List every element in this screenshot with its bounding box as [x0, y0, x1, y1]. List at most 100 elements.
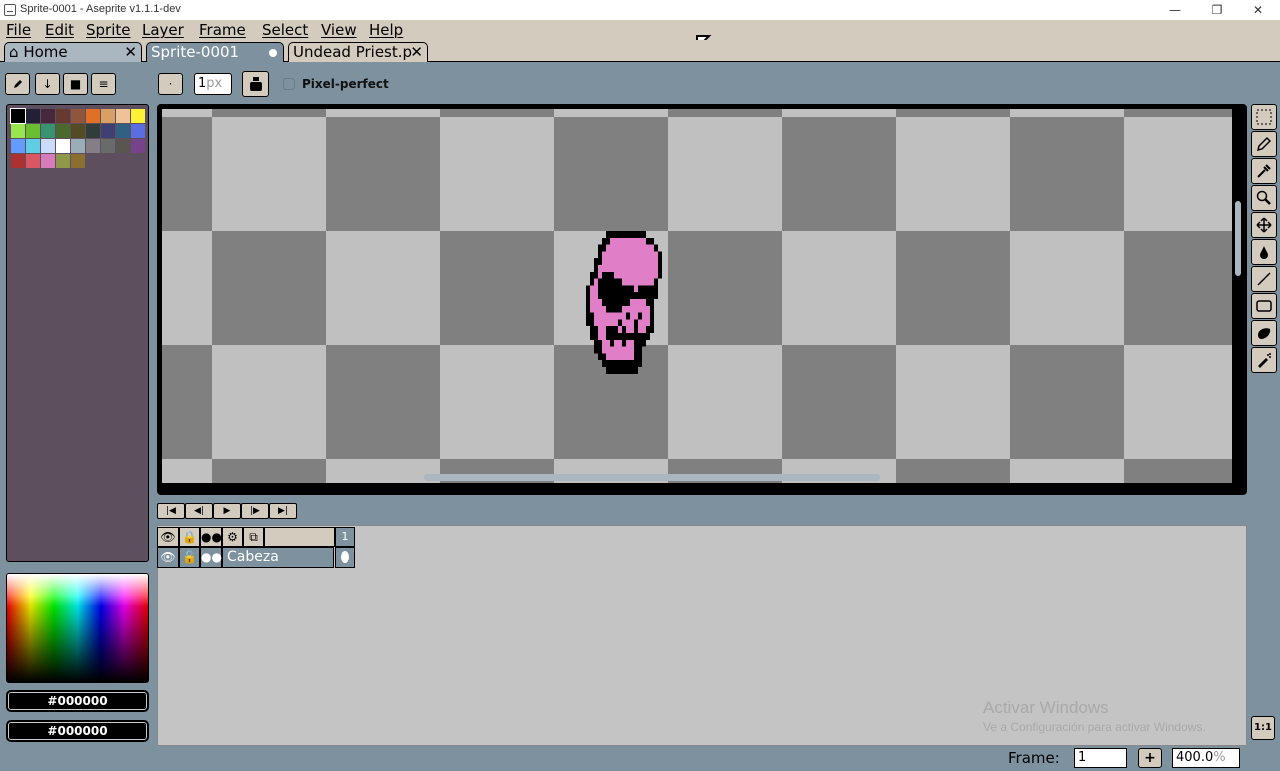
play-button[interactable]: ▶ [213, 503, 241, 519]
foreground-color-button[interactable]: #000000 [6, 690, 149, 712]
palette-swatch[interactable] [86, 139, 100, 153]
palette-swatch[interactable] [116, 124, 130, 138]
menu-frame[interactable]: Frame [199, 21, 246, 39]
horizontal-scrollbar[interactable] [424, 474, 880, 481]
settings-header[interactable]: ⚙ [222, 527, 243, 547]
zoom-value: 400.0 [1176, 750, 1214, 765]
palette-swatch[interactable] [56, 154, 70, 168]
vertical-scrollbar[interactable] [1235, 201, 1241, 276]
zoom-input[interactable]: 400.0% [1172, 748, 1240, 768]
palette-swatch[interactable] [131, 124, 145, 138]
zoom-1to1-button[interactable]: 1:1 [1251, 716, 1275, 740]
palette-swatch[interactable] [71, 154, 85, 168]
palette-swatch[interactable] [101, 124, 115, 138]
palette-swatch[interactable] [41, 109, 55, 123]
fill-tool-button[interactable] [1251, 239, 1277, 265]
palette-swatch[interactable] [56, 124, 70, 138]
next-frame-button[interactable]: |▶ [241, 503, 269, 519]
palette-edit-button[interactable] [5, 73, 30, 95]
pixel-perfect-checkbox[interactable] [283, 78, 295, 90]
add-frame-button[interactable]: + [1138, 748, 1162, 768]
continuous-header[interactable]: ●● [200, 527, 222, 547]
visibility-header[interactable]: 👁 [157, 527, 179, 547]
tab-home-close-icon[interactable]: ✕ [124, 43, 137, 62]
palette-swatch[interactable] [26, 109, 40, 123]
palette-swatch[interactable] [41, 124, 55, 138]
palette-panel [6, 104, 149, 562]
contour-tool-button[interactable] [1251, 320, 1277, 346]
palette-swatch[interactable] [71, 139, 85, 153]
background-color-button[interactable]: #000000 [6, 720, 149, 742]
pencil-tool-button[interactable] [1251, 131, 1277, 157]
palette-swatch[interactable] [131, 109, 145, 123]
tab-undead-close-icon[interactable]: ✕ [410, 43, 423, 62]
palette-swatch[interactable] [11, 139, 25, 153]
brush-type-button[interactable]: · [158, 73, 183, 95]
first-frame-icon: |◀ [166, 506, 176, 516]
menu-help[interactable]: Help [369, 21, 403, 39]
minimize-button[interactable]: — [1155, 0, 1195, 20]
eyedropper-tool-button[interactable] [1251, 158, 1277, 184]
menu-sprite[interactable]: Sprite [86, 21, 131, 39]
palette-presets-button[interactable]: ■ [63, 73, 88, 95]
palette-swatch[interactable] [11, 154, 25, 168]
palette-swatch[interactable] [26, 124, 40, 138]
onion-skin-icon: ⧉ [249, 530, 258, 544]
palette-swatch[interactable] [11, 124, 25, 138]
palette-swatch[interactable] [10, 108, 26, 124]
layer-lock-toggle[interactable]: 🔓 [179, 547, 200, 568]
marquee-tool-button[interactable] [1251, 104, 1277, 130]
layer-continuous-toggle[interactable]: ●● [200, 547, 222, 568]
palette-swatch[interactable] [26, 154, 40, 168]
menu-layer[interactable]: Layer [142, 21, 184, 39]
onion-skin-header[interactable]: ⧉ [243, 527, 264, 547]
palette-swatch[interactable] [131, 139, 145, 153]
skull-sprite [586, 231, 662, 374]
palette-swatch[interactable] [101, 139, 115, 153]
cel-frame-1[interactable] [335, 547, 355, 568]
line-icon [1257, 272, 1271, 286]
palette-swatch[interactable] [41, 139, 55, 153]
palette-swatch[interactable] [56, 109, 70, 123]
menu-view[interactable]: View [321, 21, 357, 39]
palette-swatch[interactable] [116, 139, 130, 153]
palette-sort-button[interactable]: ↓ [35, 73, 60, 95]
tab-sprite-0001[interactable]: Sprite-0001 [146, 42, 284, 62]
ink-button[interactable] [242, 71, 269, 97]
palette-swatch[interactable] [86, 124, 100, 138]
brush-size-field[interactable]: 1px [194, 73, 232, 95]
palette-swatch[interactable] [26, 139, 40, 153]
menu-edit[interactable]: Edit [45, 21, 74, 39]
last-frame-button[interactable]: ▶| [269, 503, 297, 519]
rectangle-tool-button[interactable] [1251, 293, 1277, 319]
layer-visibility-toggle[interactable]: 👁 [157, 547, 179, 568]
color-spectrum[interactable] [6, 573, 149, 683]
sprite-editor[interactable] [157, 104, 1247, 495]
palette-swatch[interactable] [71, 124, 85, 138]
frame-header[interactable]: 1 [335, 527, 355, 547]
zoom-tool-button[interactable] [1251, 185, 1277, 211]
palette-swatch[interactable] [86, 109, 100, 123]
tab-home[interactable]: ⌂ Home ✕ [4, 42, 142, 62]
palette-swatch[interactable] [116, 109, 130, 123]
palette-swatch[interactable] [41, 154, 55, 168]
line-tool-button[interactable] [1251, 266, 1277, 292]
palette-swatch[interactable] [71, 109, 85, 123]
move-tool-button[interactable] [1251, 212, 1277, 238]
restore-button[interactable]: ❐ [1197, 0, 1237, 20]
menu-file[interactable]: File [6, 21, 31, 39]
layer-name[interactable]: Cabeza [222, 547, 334, 568]
canvas[interactable] [162, 109, 1232, 483]
spray-tool-button[interactable] [1251, 347, 1277, 373]
palette-options-button[interactable]: ≡ [91, 73, 116, 95]
lock-header[interactable]: 🔒 [179, 527, 200, 547]
first-frame-button[interactable]: |◀ [157, 503, 185, 519]
previous-frame-button[interactable]: ◀| [185, 503, 213, 519]
menu-select[interactable]: Select [262, 21, 308, 39]
palette-swatch[interactable] [101, 109, 115, 123]
tab-undead-priest[interactable]: Undead Priest.p ✕ [288, 42, 428, 62]
palette-swatch[interactable] [56, 139, 70, 153]
frame-input[interactable]: 1 [1074, 748, 1127, 768]
unsaved-dot-icon [269, 49, 277, 57]
close-window-button[interactable]: ✕ [1238, 0, 1278, 20]
